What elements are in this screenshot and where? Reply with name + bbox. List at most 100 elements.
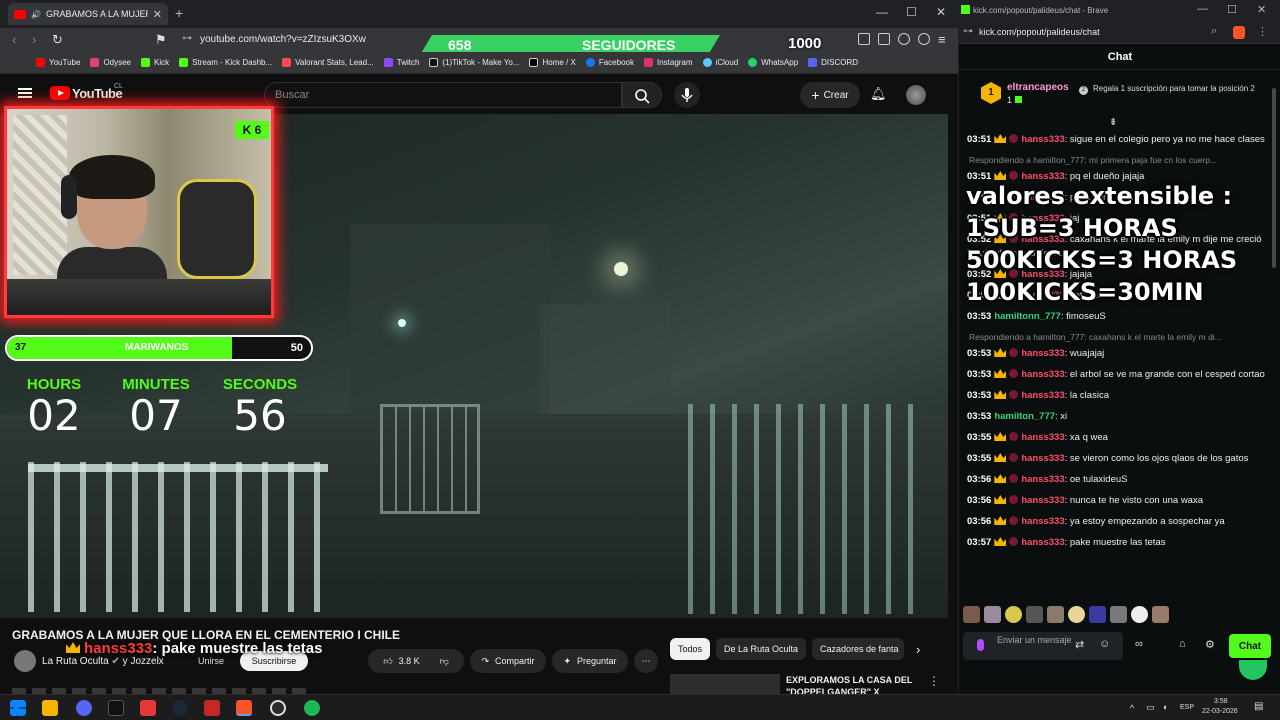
forward-icon[interactable]: › (32, 32, 36, 47)
chip-all[interactable]: Todos (670, 638, 711, 660)
back-icon[interactable]: ‹ (12, 32, 16, 47)
message-username[interactable]: hanss333 (1021, 495, 1064, 506)
leo-icon[interactable] (898, 33, 910, 45)
url-field[interactable]: youtube.com/watch?v=zZIzsuK3OXw (200, 34, 366, 45)
site-info-icon[interactable]: ⊶ (182, 33, 192, 44)
bookmark-tiktok[interactable]: (1)TikTok - Make Yo... (429, 58, 519, 67)
message-username[interactable]: hanss333 (1021, 369, 1064, 380)
menu-icon[interactable]: ≡ (938, 32, 946, 47)
message-username[interactable]: hanss333 (1021, 537, 1064, 548)
close-window-icon[interactable]: ✕ (936, 5, 946, 19)
language-indicator[interactable]: ESP (1180, 704, 1194, 711)
chat-url[interactable]: kick.com/popout/palideus/chat (979, 27, 1100, 37)
new-tab-button[interactable]: + (175, 5, 183, 21)
emote-icon[interactable] (1047, 606, 1064, 623)
sidebar-icon[interactable] (858, 33, 870, 45)
send-chat-button[interactable]: Chat (1229, 634, 1271, 658)
emote-icon[interactable] (963, 606, 980, 623)
like-dislike-button[interactable]: 👍︎ 3.8 K 👎︎ (368, 649, 464, 673)
emote-icon[interactable] (984, 606, 1001, 623)
chat-scrollbar[interactable] (1271, 82, 1277, 682)
volume-icon[interactable]: ◖ (1162, 702, 1167, 712)
chat-message[interactable]: 03:51 hanss333: sigue en el colegio pero … (965, 130, 1265, 151)
wallet-icon[interactable] (878, 33, 890, 45)
bookmark-instagram[interactable]: Instagram (643, 58, 693, 67)
youtube-logo-icon[interactable] (50, 86, 70, 100)
game-icon[interactable] (204, 700, 220, 716)
ask-button[interactable]: ✦ Preguntar (552, 649, 628, 673)
account-avatar[interactable] (906, 85, 926, 105)
search-button[interactable] (622, 82, 662, 108)
microphone-icon[interactable] (977, 639, 984, 651)
bookmark-x[interactable]: Home / X (529, 58, 576, 67)
bookmark-facebook[interactable]: Facebook (585, 58, 634, 67)
message-username[interactable]: hanss333 (1021, 390, 1064, 401)
bookmark-kick-dashboard[interactable]: Stream - Kick Dashb... (179, 58, 272, 67)
bookmark-icloud[interactable]: iCloud (702, 58, 738, 67)
leaderboard-user[interactable]: eltrancapeos (1007, 82, 1069, 93)
voice-search-button[interactable] (674, 82, 700, 108)
chevron-right-icon[interactable]: › (916, 642, 920, 657)
brave-shield-icon[interactable] (1233, 26, 1245, 39)
tray-chevron-icon[interactable]: ^ (1130, 703, 1134, 713)
clock-date[interactable]: 22-03-2026 (1202, 708, 1238, 715)
site-info-icon[interactable]: ⊶ (963, 26, 973, 37)
maximize-icon[interactable]: ☐ (1227, 3, 1237, 16)
chat-message[interactable]: 03:53 hamiltonn_777: fimoseuS (965, 307, 1265, 328)
start-icon[interactable] (10, 700, 26, 716)
bookmark-kick[interactable]: Kick (141, 58, 169, 67)
bookmark-youtube[interactable]: YouTube (36, 58, 80, 67)
emote-icon[interactable] (1089, 606, 1106, 623)
chat-message[interactable]: 03:55 hanss333: se vieron como los ojos q… (965, 449, 1265, 470)
bookmark-discord[interactable]: DISCORD (808, 58, 858, 67)
zoom-icon[interactable]: ⌕ (1211, 25, 1217, 38)
gift-shop-icon[interactable]: ⌂ (1179, 638, 1186, 650)
chat-message[interactable]: 03:53 hanss333: la clasica (965, 386, 1265, 407)
message-username[interactable]: hanss333 (1021, 516, 1064, 527)
emote-icon[interactable] (1068, 606, 1085, 623)
chat-message[interactable]: 03:53 hanss333: wuajajaj (965, 344, 1265, 365)
emote-icon[interactable] (1110, 606, 1127, 623)
obs-icon[interactable] (270, 700, 286, 716)
bookmark-icon[interactable]: ⚑ (155, 32, 167, 48)
settings-gear-icon[interactable]: ⚙ (1205, 638, 1215, 651)
brave-icon[interactable] (236, 700, 252, 716)
message-username[interactable]: hanss333 (1021, 453, 1064, 464)
emote-icon[interactable] (1131, 606, 1148, 623)
recommended-more-icon[interactable]: ⋮ (928, 674, 940, 688)
tab-youtube-video[interactable]: 🔊 GRABAMOS A LA MUJER QU ✕ (8, 3, 168, 25)
notifications-bell-icon[interactable]: 🔔︎ (870, 86, 887, 102)
translate-icon[interactable]: ⇄ (1075, 638, 1084, 651)
epic-games-icon[interactable] (108, 700, 124, 716)
bookmark-odysee[interactable]: Odysee (90, 58, 131, 67)
channel-name[interactable]: La Ruta Oculta ✔ y Jozzelx (42, 656, 164, 667)
emote-icon[interactable] (1026, 606, 1043, 623)
message-username[interactable]: hanss333 (1021, 348, 1064, 359)
app-icon[interactable] (140, 700, 156, 716)
clock-time[interactable]: 3:58 (1214, 698, 1228, 705)
hamburger-menu-icon[interactable] (18, 88, 32, 98)
share-button[interactable]: ↷ Compartir (470, 649, 546, 673)
spotify-icon[interactable] (304, 700, 320, 716)
message-username[interactable]: hamilton_777 (994, 411, 1055, 422)
recommended-thumbnail[interactable] (670, 674, 780, 694)
steam-icon[interactable] (172, 700, 188, 716)
message-username[interactable]: hanss333 (1021, 134, 1064, 145)
discord-icon[interactable] (76, 700, 92, 716)
bookmark-twitch[interactable]: Twitch (383, 58, 419, 67)
message-username[interactable]: hanss333 (1021, 474, 1064, 485)
message-username[interactable]: hanss333 (1021, 432, 1064, 443)
emoji-icon[interactable]: ☺ (1099, 638, 1110, 650)
vpn-icon[interactable] (918, 33, 930, 45)
chat-message[interactable]: 03:56 hanss333: nunca te he visto con una… (965, 491, 1265, 512)
chip-channel[interactable]: De La Ruta Oculta (716, 638, 807, 660)
chat-message[interactable]: 03:53 hamilton_777: xi (965, 407, 1265, 428)
chat-reply-context[interactable]: Respondiendo a hamilton_777: mi primera … (965, 151, 1265, 167)
expand-pinned-icon[interactable]: ⇟ (1109, 117, 1117, 128)
scrollbar-thumb[interactable] (1272, 88, 1276, 268)
reload-icon[interactable]: ↻ (52, 32, 63, 48)
chat-message[interactable]: 03:53 hanss333: el arbol se ve ma grande … (965, 365, 1265, 386)
chat-reply-context[interactable]: Respondiendo a hamilton_777: caxahans k … (965, 328, 1265, 344)
more-actions-icon[interactable]: ⋯ (634, 649, 658, 673)
message-username[interactable]: hamiltonn_777 (994, 311, 1061, 322)
